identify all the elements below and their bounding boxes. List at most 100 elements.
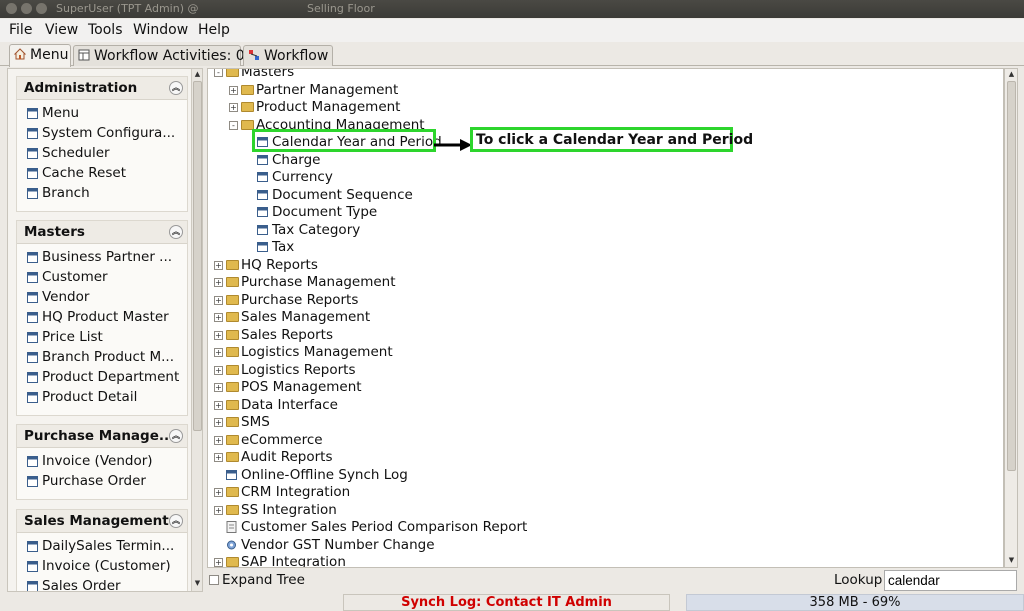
tree-node-label: Online-Offline Synch Log [241,466,408,483]
expand-icon[interactable]: + [214,260,223,270]
scroll-down-arrow-icon[interactable]: ▼ [193,579,202,589]
menu-view[interactable]: View [45,22,78,38]
window-icon [27,252,38,263]
lookup-input[interactable] [884,570,1017,591]
tab-workflow-activities-label: Workflow Activities: 0 [94,48,245,64]
expand-icon[interactable]: + [214,453,223,462]
expand-icon[interactable]: + [214,313,223,322]
folder-icon [226,312,239,322]
expand-icon[interactable]: + [214,383,223,392]
folder-open-icon [241,119,254,130]
tree-node-label: Data Interface [241,396,338,413]
expand-icon[interactable]: + [214,278,223,287]
expand-icon[interactable]: + [214,435,223,445]
sidebar-section-title: Administration [24,80,138,96]
tree-scroll-down-icon[interactable]: ▼ [1007,556,1016,566]
expand-icon[interactable]: + [214,365,223,375]
memory-usage[interactable]: 358 MB - 69% [686,594,1024,611]
sidebar-item-label: Branch Product M... [42,349,174,365]
window-icon [257,224,268,235]
tab-strip: Menu Workflow Activities: 0 Workflow [0,43,1024,67]
sidebar-scroll-thumb[interactable] [193,81,202,431]
sidebar-item-label: Scheduler [42,145,110,161]
window-title: SuperUser (TPT Admin) @ [56,2,199,15]
tree-node-label: Tax [272,239,295,255]
maximize-window-icon[interactable] [36,3,47,14]
window-icon [226,469,237,480]
expand-icon[interactable]: + [214,558,223,567]
menu-file[interactable]: File [9,22,32,38]
scroll-up-arrow-icon[interactable]: ▲ [193,70,202,80]
tree-scroll-thumb[interactable] [1007,81,1016,471]
expand-icon[interactable]: + [214,400,223,410]
tab-workflow-activities[interactable]: Workflow Activities: 0 [73,45,245,66]
sidebar-section-header[interactable]: Masters ︽ [17,221,187,244]
sidebar-scrollbar[interactable]: ▲ ▼ [191,69,202,591]
sidebar-section: Purchase Manage... ︽ Invoice (Vendor) Purch… [16,424,188,500]
sidebar-section: Sales Management ︽ DailySales Termin... Inv… [16,509,188,591]
expand-icon[interactable]: + [229,103,238,112]
sidebar-item-label: Cache Reset [42,165,126,181]
sidebar-item-label: Price List [42,329,103,345]
tree-node-label: Logistics Management [241,344,393,360]
folder-icon [226,259,239,270]
sidebar-section-title: Sales Management [24,513,169,529]
collapse-node-icon[interactable]: - [229,120,238,130]
folder-icon [226,452,239,462]
window-subtitle: Selling Floor [307,2,375,15]
collapse-icon[interactable]: ︽ [169,225,183,239]
tab-workflow[interactable]: Workflow [243,45,333,66]
sidebar-section-header[interactable]: Purchase Manage... ︽ [17,425,187,448]
tree-scroll-up-icon[interactable]: ▲ [1007,70,1016,80]
collapse-node-icon[interactable]: - [214,69,223,77]
menu-tools[interactable]: Tools [88,22,123,38]
tree-node-label: Document Type [272,204,378,220]
sidebar-section-title: Purchase Manage... [24,428,175,444]
tab-menu[interactable]: Menu [9,44,71,67]
expand-icon[interactable]: + [214,418,223,427]
tree-node-label: Audit Reports [241,449,333,465]
annotation-callout: To click a Calendar Year and Period [470,127,753,152]
tree-node-label: SMS [241,414,270,430]
sidebar-item-label: Purchase Order [42,473,146,489]
window-icon [27,312,38,323]
menu-help[interactable]: Help [198,22,230,38]
annotation-arrow-icon [434,139,472,151]
minimize-window-icon[interactable] [21,3,32,14]
sidebar-item-label: Vendor [42,289,90,305]
collapse-icon[interactable]: ︽ [169,81,183,95]
collapse-icon[interactable]: ︽ [169,514,183,528]
close-window-icon[interactable] [6,3,17,14]
expand-icon[interactable]: + [214,295,223,305]
collapse-icon[interactable]: ︽ [169,429,183,443]
expand-icon[interactable]: + [214,488,223,497]
window-icon [27,108,38,119]
expand-icon[interactable]: + [214,505,223,515]
window-icon [27,352,38,363]
tree-node-label: Customer Sales Period Comparison Report [241,519,528,535]
status-bar: Synch Log: Contact IT Admin 358 MB - 69% [0,594,1024,611]
tree-node-label: Logistics Reports [241,361,356,378]
sidebar-section-header[interactable]: Sales Management ︽ [17,510,187,533]
tree-node-label: Charge [272,151,321,168]
sidebar-item-label: HQ Product Master [42,309,169,325]
tree-scrollbar[interactable]: ▲ ▼ [1004,68,1018,568]
activities-icon [78,49,90,61]
expand-icon[interactable]: + [229,85,238,95]
tree-node-label: Purchase Reports [241,291,359,308]
window-icon [27,168,38,179]
sidebar-section-title: Masters [24,224,85,240]
expand-tree-checkbox[interactable] [209,575,219,585]
expand-icon[interactable]: + [214,330,223,340]
synch-log-status[interactable]: Synch Log: Contact IT Admin [343,594,670,611]
menu-window[interactable]: Window [133,22,188,38]
folder-icon [226,382,239,392]
folder-icon [226,417,239,427]
tree-node-label: CRM Integration [241,484,351,500]
window-icon [27,148,38,159]
expand-icon[interactable]: + [214,348,223,357]
workflow-icon [249,50,259,60]
window-icon [27,561,38,572]
sidebar-section-header[interactable]: Administration ︽ [17,77,187,100]
folder-icon [241,102,254,112]
